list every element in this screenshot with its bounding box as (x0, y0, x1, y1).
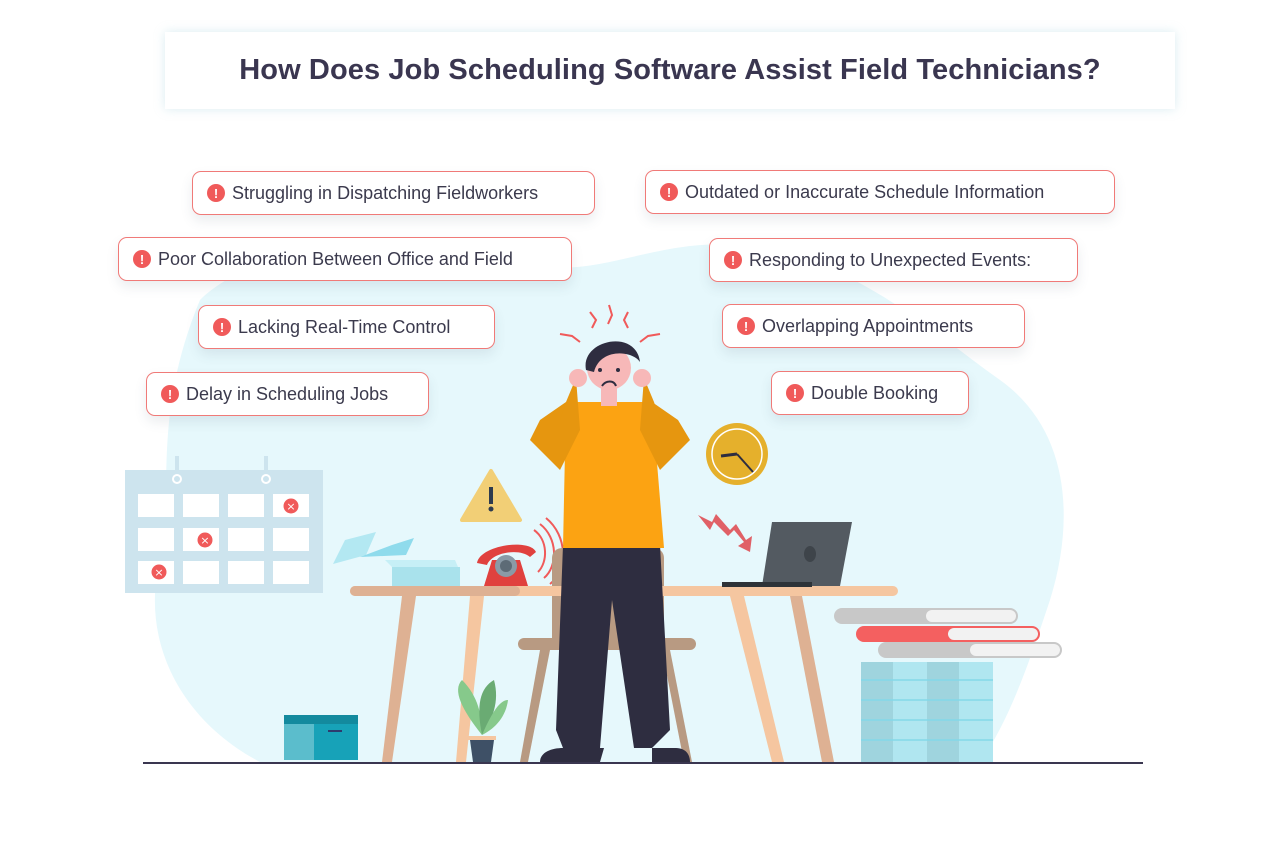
svg-text:×: × (154, 566, 163, 579)
svg-text:×: × (200, 534, 209, 547)
challenge-item: ! Outdated or Inaccurate Schedule Inform… (645, 170, 1115, 214)
clock-icon (706, 423, 768, 485)
challenge-label: Outdated or Inaccurate Schedule Informat… (685, 181, 1045, 202)
page-title: How Does Job Scheduling Software Assist … (239, 54, 1101, 86)
challenge-label: Lacking Real-Time Control (238, 316, 451, 337)
calendar-icon: × × × (125, 456, 323, 593)
challenge-item: ! Responding to Unexpected Events: (709, 238, 1078, 282)
exclamation-icon: ! (724, 251, 742, 269)
illustration: × × × (125, 244, 1143, 764)
challenge-label: Poor Collaboration Between Office and Fi… (158, 248, 513, 269)
challenge-item: ! Poor Collaboration Between Office and … (118, 237, 572, 281)
challenge-item: ! Overlapping Appointments (722, 304, 1025, 348)
books-stack-icon (834, 608, 1062, 762)
exclamation-icon: ! (213, 318, 231, 336)
exclamation-icon: ! (737, 317, 755, 335)
challenge-item: ! Struggling in Dispatching Fieldworkers (192, 171, 595, 215)
challenge-label: Responding to Unexpected Events: (749, 249, 1032, 270)
exclamation-icon: ! (207, 184, 225, 202)
floor-line (143, 762, 1143, 764)
challenge-label: Double Booking (811, 382, 939, 403)
exclamation-icon: ! (786, 384, 804, 402)
exclamation-icon: ! (660, 183, 678, 201)
challenge-label: Delay in Scheduling Jobs (186, 383, 389, 404)
title-card: How Does Job Scheduling Software Assist … (165, 32, 1175, 109)
challenge-label: Overlapping Appointments (762, 315, 974, 336)
storage-box-icon (284, 715, 358, 760)
challenge-item: ! Delay in Scheduling Jobs (146, 372, 429, 416)
exclamation-icon: ! (161, 385, 179, 403)
challenge-label: Struggling in Dispatching Fieldworkers (232, 182, 539, 203)
challenge-item: ! Lacking Real-Time Control (198, 305, 495, 349)
exclamation-icon: ! (133, 250, 151, 268)
challenge-item: ! Double Booking (771, 371, 969, 415)
svg-text:×: × (286, 500, 295, 513)
